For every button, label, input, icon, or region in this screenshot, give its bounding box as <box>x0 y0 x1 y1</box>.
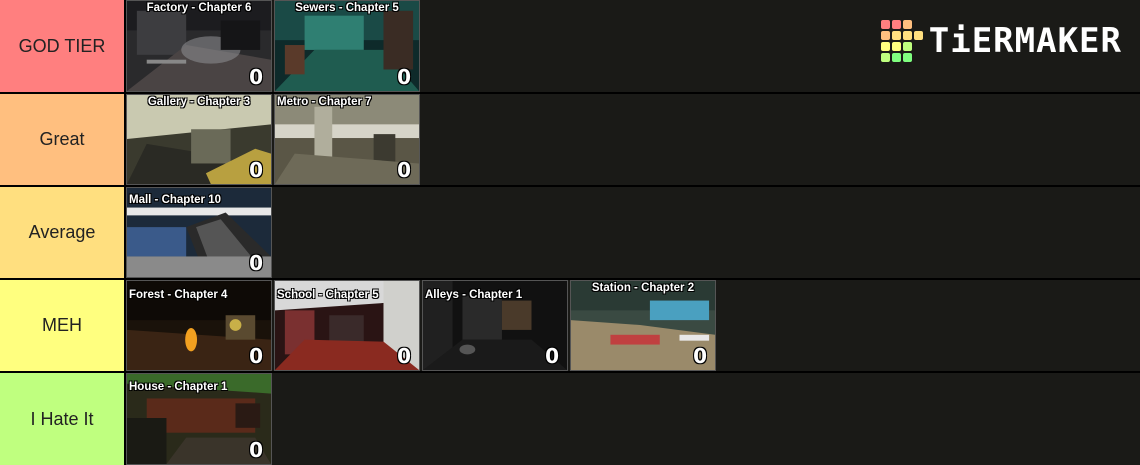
logo-grid-square <box>913 42 923 51</box>
tiermaker-logo[interactable]: TiERMAKER <box>880 20 1122 62</box>
item-count: 0 <box>249 65 263 89</box>
logo-grid-square <box>891 53 901 62</box>
tier-items[interactable]: Mall - Chapter 10 0 <box>126 187 1140 278</box>
logo-grid-square <box>880 42 890 51</box>
tier-item-mall[interactable]: Mall - Chapter 10 0 <box>126 187 272 278</box>
item-title: Metro - Chapter 7 <box>277 96 372 108</box>
item-title: Mall - Chapter 10 <box>129 194 222 206</box>
tier-label[interactable]: MEH <box>0 280 124 371</box>
tier-item-alleys[interactable]: Alleys - Chapter 1 0 <box>422 280 568 371</box>
tier-item-forest[interactable]: Forest - Chapter 4 0 <box>126 280 272 371</box>
item-title: Forest - Chapter 4 <box>129 289 228 301</box>
logo-grid-square <box>891 31 901 40</box>
tier-label[interactable]: Average <box>0 187 124 278</box>
tier-item-house[interactable]: House - Chapter 1 0 <box>126 373 272 465</box>
logo-grid-square <box>880 31 890 40</box>
item-title: Station - Chapter 2 <box>591 282 695 294</box>
item-count: 0 <box>249 344 263 368</box>
tier-item-gallery[interactable]: Gallery - Chapter 3 0 <box>126 94 272 185</box>
item-count: 0 <box>249 158 263 182</box>
item-title: Factory - Chapter 6 <box>146 2 252 14</box>
logo-grid-square <box>880 20 890 29</box>
tier-items[interactable]: Forest - Chapter 4 0 School - Chapter 5 … <box>126 280 1140 371</box>
tier-list-board: GOD TIER Factory - Chapter 6 0 Sewers - … <box>0 0 1140 465</box>
tier-item-station[interactable]: Station - Chapter 2 0 <box>570 280 716 371</box>
logo-grid-square <box>902 42 912 51</box>
item-count: 0 <box>545 344 559 368</box>
tier-item-school[interactable]: School - Chapter 5 0 <box>274 280 420 371</box>
tier-items[interactable]: Gallery - Chapter 3 0 Metro - Chapter 7 … <box>126 94 1140 185</box>
logo-grid-square <box>902 53 912 62</box>
tier-items[interactable]: House - Chapter 1 0 <box>126 373 1140 465</box>
item-count: 0 <box>397 65 411 89</box>
tier-label[interactable]: I Hate It <box>0 373 124 465</box>
item-count: 0 <box>397 344 411 368</box>
tier-item-sewers[interactable]: Sewers - Chapter 5 0 <box>274 0 420 92</box>
item-title: Gallery - Chapter 3 <box>147 96 251 108</box>
item-count: 0 <box>249 251 263 275</box>
item-title: Alleys - Chapter 1 <box>425 289 523 301</box>
item-count: 0 <box>249 438 263 462</box>
tier-label[interactable]: GOD TIER <box>0 0 124 92</box>
item-count: 0 <box>693 344 707 368</box>
logo-grid-square <box>891 20 901 29</box>
logo-grid-icon <box>880 20 923 62</box>
item-title: School - Chapter 5 <box>277 289 379 301</box>
tier-item-factory[interactable]: Factory - Chapter 6 0 <box>126 0 272 92</box>
item-title: House - Chapter 1 <box>129 381 228 393</box>
tier-row-average: Average Mall - Chapter 10 0 <box>0 187 1140 278</box>
logo-grid-square <box>880 53 890 62</box>
logo-grid-square <box>891 42 901 51</box>
tier-label[interactable]: Great <box>0 94 124 185</box>
logo-grid-square <box>913 53 923 62</box>
logo-grid-square <box>902 20 912 29</box>
tier-item-metro[interactable]: Metro - Chapter 7 0 <box>274 94 420 185</box>
tier-row-meh: MEH Forest - Chapter 4 0 School - Chapte… <box>0 280 1140 371</box>
logo-grid-square <box>913 31 923 40</box>
tier-row-i-hate-it: I Hate It House - Chapter 1 0 <box>0 373 1140 465</box>
logo-grid-square <box>913 20 923 29</box>
tier-row-great: Great Gallery - Chapter 3 0 Metro - Chap… <box>0 94 1140 185</box>
item-count: 0 <box>397 158 411 182</box>
item-title: Sewers - Chapter 5 <box>295 2 399 14</box>
logo-grid-square <box>902 31 912 40</box>
logo-text: TiERMAKER <box>928 21 1122 61</box>
